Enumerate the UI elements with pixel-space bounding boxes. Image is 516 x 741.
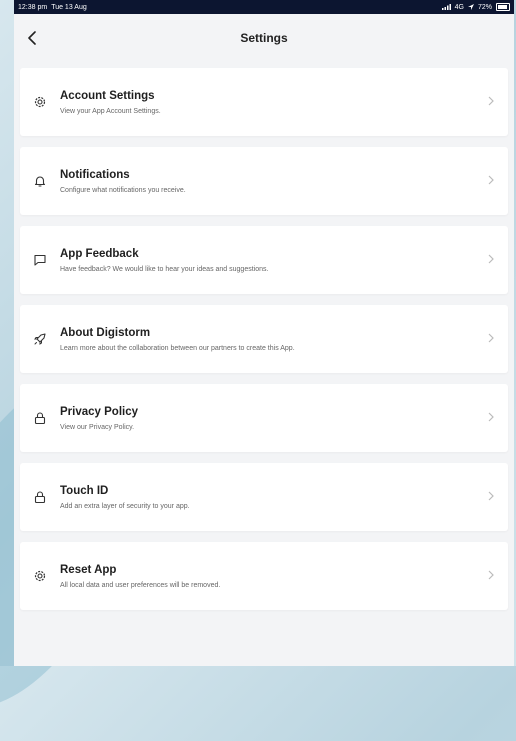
settings-item-text: Privacy Policy View our Privacy Policy. [60,406,508,431]
bell-icon [20,174,60,188]
settings-item-subtitle: View our Privacy Policy. [60,423,135,431]
settings-item-title: Privacy Policy [60,405,138,418]
settings-item-text: App Feedback Have feedback? We would lik… [60,248,508,273]
status-date: Tue 13 Aug [51,3,87,11]
settings-item-subtitle: View your App Account Settings. [60,107,161,115]
settings-item-title: Account Settings [60,89,155,102]
settings-item-text: Touch ID Add an extra layer of security … [60,485,508,510]
settings-item-title: About Digistorm [60,326,151,339]
settings-item-about-digistorm[interactable]: About Digistorm Learn more about the col… [20,305,508,373]
settings-item-app-feedback[interactable]: App Feedback Have feedback? We would lik… [20,226,508,294]
settings-item-title: Reset App [60,563,117,576]
settings-item-title: App Feedback [60,247,139,260]
settings-item-subtitle: Add an extra layer of security to your a… [60,502,190,510]
app-window: 12:38 pm Tue 13 Aug 4G 72% Settings Acco… [14,0,514,666]
settings-item-account-settings[interactable]: Account Settings View your App Account S… [20,68,508,136]
chevron-right-icon [488,254,494,264]
rocket-icon [20,332,60,346]
settings-item-text: Account Settings View your App Account S… [60,90,508,115]
status-time: 12:38 pm [18,3,48,11]
chat-bubble-icon [20,253,60,267]
chevron-right-icon [488,96,494,106]
signal-icon [441,4,451,10]
battery-icon [496,3,510,11]
gear-icon [20,569,60,583]
settings-item-subtitle: Configure what notifications you receive… [60,186,186,194]
status-right: 4G 72% [441,3,510,11]
gear-icon [20,95,60,109]
status-left: 12:38 pm Tue 13 Aug [18,4,87,11]
chevron-right-icon [488,412,494,422]
settings-item-reset-app[interactable]: Reset App All local data and user prefer… [20,542,508,610]
chevron-right-icon [488,175,494,185]
settings-item-title: Touch ID [60,484,109,497]
chevron-right-icon [488,491,494,501]
network-type: 4G [454,3,464,11]
settings-item-subtitle: All local data and user preferences will… [60,581,221,589]
settings-item-notifications[interactable]: Notifications Configure what notificatio… [20,147,508,215]
battery-percent: 72% [477,3,492,11]
navigation-bar: Settings [14,14,514,62]
chevron-right-icon [488,570,494,580]
chevron-right-icon [488,333,494,343]
settings-item-privacy-policy[interactable]: Privacy Policy View our Privacy Policy. [20,384,508,452]
lock-icon [20,490,60,504]
chevron-left-icon [27,31,37,45]
settings-item-text: Notifications Configure what notificatio… [60,169,508,194]
status-bar: 12:38 pm Tue 13 Aug 4G 72% [14,0,514,14]
settings-item-touch-id[interactable]: Touch ID Add an extra layer of security … [20,463,508,531]
lock-icon [20,411,60,425]
settings-item-text: About Digistorm Learn more about the col… [60,327,508,352]
page-title: Settings [240,31,288,45]
settings-item-subtitle: Learn more about the collaboration betwe… [60,344,295,352]
back-button[interactable] [20,26,44,50]
settings-item-subtitle: Have feedback? We would like to hear you… [60,265,269,273]
settings-list: Account Settings View your App Account S… [14,62,514,610]
settings-item-text: Reset App All local data and user prefer… [60,564,508,589]
location-icon [467,4,474,10]
settings-item-title: Notifications [60,168,130,181]
